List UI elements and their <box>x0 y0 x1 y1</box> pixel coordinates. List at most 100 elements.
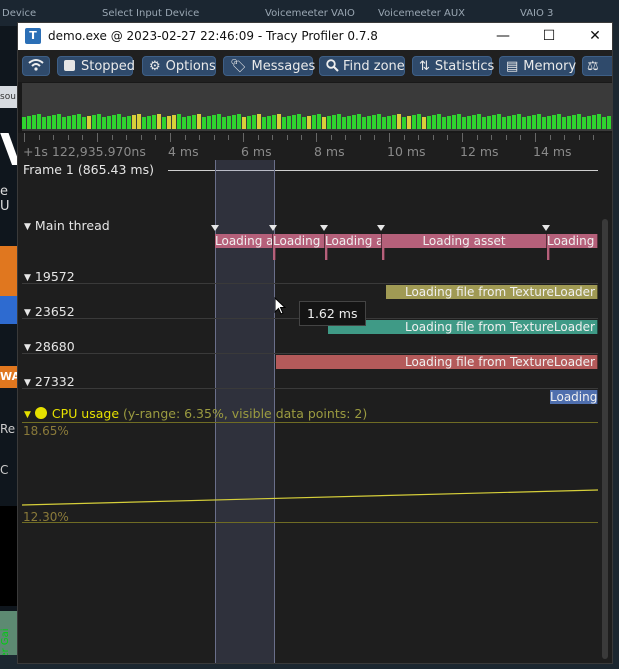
messages-button[interactable]: 🏷 Messages <box>223 56 316 76</box>
zone-loading-asset-1[interactable]: Loading asset <box>215 234 273 248</box>
frame-bar <box>577 114 581 129</box>
frame-bar <box>147 116 151 129</box>
frame-bar <box>607 116 611 129</box>
zone-loading-file-28680[interactable]: Loading file from TextureLoader <box>276 355 598 369</box>
ruler-tick <box>578 135 580 140</box>
frame-bar <box>172 115 176 129</box>
cpu-max-value: 18.65% <box>23 424 69 438</box>
frame-bar <box>87 116 91 129</box>
cpu-usage-subtitle: (y-range: 6.35%, visible data points: 2) <box>123 406 368 421</box>
duration-tooltip: 1.62 ms <box>299 301 366 326</box>
cpu-usage-header[interactable]: ▼ CPU usage (y-range: 6.35%, visible data … <box>24 406 367 421</box>
sort-icon: ⇅ <box>419 59 430 74</box>
bg-snippet-wa: WA <box>0 366 18 388</box>
bg-label-select-input: Select Input Device <box>102 8 200 19</box>
ruler-tick <box>272 135 274 140</box>
frame-bar <box>452 115 456 129</box>
frame-bar <box>532 115 536 129</box>
frame-bar <box>332 115 336 129</box>
ruler-tick <box>403 135 405 140</box>
thread-main[interactable]: ▼ Main thread <box>24 218 110 233</box>
frame-bar <box>537 114 541 129</box>
scale-icon: ⚖ <box>587 59 599 74</box>
zone-child-2[interactable] <box>325 248 328 260</box>
vertical-scrollbar[interactable] <box>602 219 608 659</box>
bg-label-vaio: Voicemeeter VAIO <box>265 8 355 19</box>
zone-loading-asset-5[interactable]: Loading asset <box>547 234 598 248</box>
frame-bar <box>52 115 56 129</box>
ruler-tick <box>447 135 449 140</box>
frame-label[interactable]: Frame 1 (865.43 ms) <box>23 162 154 177</box>
zone-loading-file-19572[interactable]: Loading file from TextureLoader <box>386 285 598 299</box>
zone-marker-icon <box>542 225 550 231</box>
zone-loading-27332[interactable]: Loading <box>550 390 598 404</box>
mouse-cursor-icon <box>274 297 286 315</box>
zone-loading-file-23652[interactable]: Loading file from TextureLoader <box>328 320 598 334</box>
wifi-icon <box>28 59 44 71</box>
frame-bar <box>112 115 116 129</box>
thread-19572-name: 19572 <box>34 269 75 284</box>
ruler-tick-label-10ms: 10 ms <box>387 144 426 159</box>
memory-button[interactable]: ▤ Memory <box>499 56 576 76</box>
ruler-tick <box>38 135 40 140</box>
bg-snippet-sou: sou <box>0 86 18 108</box>
ruler-tick <box>549 135 551 140</box>
ruler-tick <box>82 135 84 140</box>
frame-bar <box>277 114 281 129</box>
ruler-tick-label-14ms: 14 ms <box>533 144 572 159</box>
frame-bar <box>362 117 366 129</box>
thread-19572[interactable]: ▼ 19572 <box>24 269 75 284</box>
bg-snippet-eu: e U <box>0 184 10 214</box>
frame-bar <box>197 114 201 129</box>
timeline-view[interactable]: +1s 122,935.970ns 4 ms 6 ms 8 ms 10 ms 1… <box>18 133 612 663</box>
ruler-tick <box>67 135 69 140</box>
frame-bar <box>97 114 101 129</box>
frame-overview[interactable] <box>22 83 612 131</box>
frame-bar <box>242 117 246 129</box>
ruler-tick <box>53 135 55 140</box>
frame-bar <box>427 116 431 129</box>
frame-bar <box>587 116 591 129</box>
compare-button[interactable]: ⚖ <box>582 56 612 76</box>
frame-bar <box>262 117 266 129</box>
frame-bar <box>567 116 571 129</box>
frame-bar <box>207 116 211 129</box>
frame-bar <box>457 114 461 129</box>
zone-loading-asset-4[interactable]: Loading asset <box>382 234 547 248</box>
frame-bar <box>597 114 601 129</box>
frame-bar <box>312 115 316 129</box>
ruler-tick <box>24 133 25 142</box>
minimize-button[interactable]: — <box>488 26 518 46</box>
frame-bar <box>317 114 321 129</box>
close-button[interactable]: ✕ <box>580 26 610 46</box>
frame-bar <box>227 116 231 129</box>
thread-27332[interactable]: ▼ 27332 <box>24 374 75 389</box>
ruler-tick <box>170 133 171 142</box>
frame-bar <box>167 116 171 129</box>
zone-child-4[interactable] <box>547 248 550 260</box>
connection-button[interactable] <box>22 56 50 76</box>
frame-bar <box>547 116 551 129</box>
frame-bar <box>92 115 96 129</box>
find-zone-button[interactable]: Find zone <box>319 56 405 76</box>
zone-loading-asset-2[interactable]: Loading asset <box>273 234 325 248</box>
ruler-tick <box>418 135 420 140</box>
messages-label: Messages <box>251 59 316 74</box>
statistics-button[interactable]: ⇅ Statistics <box>412 56 494 76</box>
frame-bar <box>72 115 76 129</box>
frame-bar <box>437 114 441 129</box>
frame-bar <box>272 115 276 129</box>
thread-28680[interactable]: ▼ 28680 <box>24 339 75 354</box>
zone-child-3[interactable] <box>382 248 385 260</box>
stopped-button[interactable]: Stopped <box>57 56 135 76</box>
frame-bar <box>572 115 576 129</box>
maximize-button[interactable]: ☐ <box>534 26 564 46</box>
zone-child-1[interactable] <box>273 248 276 260</box>
frame-bar <box>327 116 331 129</box>
thread-23652[interactable]: ▼ 23652 <box>24 304 75 319</box>
frame-bar <box>302 117 306 129</box>
frame-bar <box>352 115 356 129</box>
options-button[interactable]: ⚙ Options <box>142 56 216 76</box>
frame-bar <box>77 114 81 129</box>
zone-loading-asset-3[interactable]: Loading asset <box>325 234 382 248</box>
